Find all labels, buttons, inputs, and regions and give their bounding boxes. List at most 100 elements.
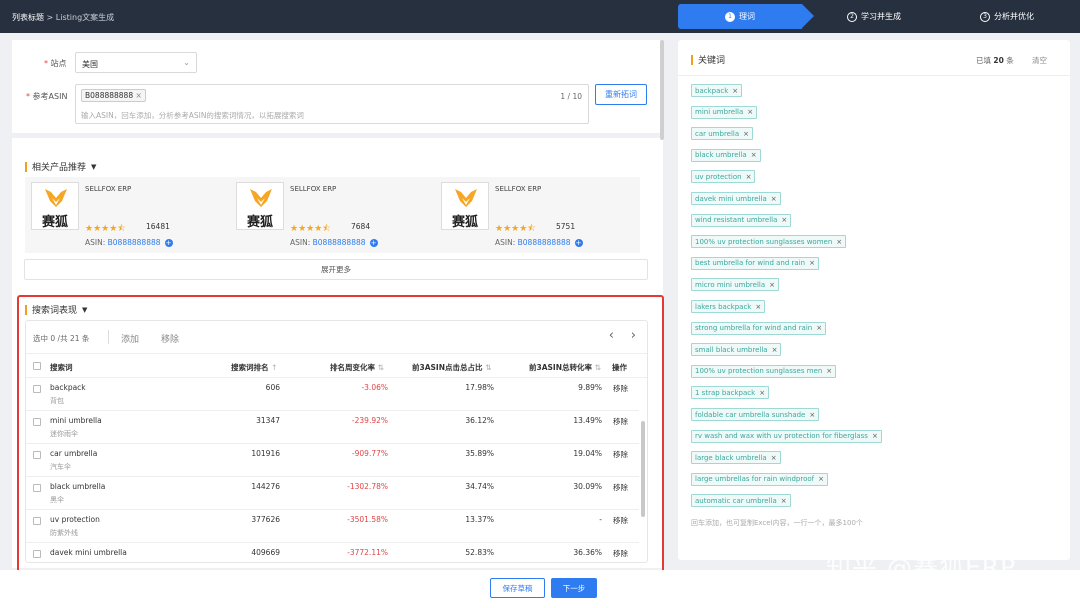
divider bbox=[12, 133, 663, 138]
asin-placeholder: 输入ASIN，回车添加，分析参考ASIN的搜索词情况，以拓展搜索词 bbox=[81, 111, 304, 120]
keyword-text: large umbrellas for rain windproof bbox=[695, 475, 815, 484]
keyword-chip[interactable]: automatic car umbrella × bbox=[691, 494, 791, 508]
breadcrumb-current: Listing文案生成 bbox=[55, 13, 115, 22]
fox-icon bbox=[250, 189, 272, 207]
keyword-chip[interactable]: backpack × bbox=[691, 84, 743, 97]
asin-link[interactable]: B0888888888 bbox=[108, 238, 161, 247]
review-count: 5751 bbox=[556, 222, 576, 231]
keyword-text: 1 strap backpack bbox=[695, 388, 756, 397]
keyword-chip[interactable]: davek mini umbrella × bbox=[691, 192, 781, 205]
close-icon[interactable]: × bbox=[771, 454, 777, 462]
keyword-chip[interactable]: small black umbrella × bbox=[691, 343, 782, 357]
product-card[interactable]: 赛狐 SELLFOX ERP ★★★★⯪ 5751 ASIN: B0888888… bbox=[435, 177, 640, 253]
keyword-text: davek mini umbrella bbox=[695, 194, 767, 203]
close-icon[interactable]: × bbox=[751, 151, 757, 159]
close-icon[interactable]: × bbox=[135, 91, 141, 100]
keyword-text: strong umbrella for wind and rain bbox=[695, 324, 813, 333]
asin-chip[interactable]: B088888888 × bbox=[81, 89, 146, 102]
keyword-text: car umbrella bbox=[695, 129, 740, 138]
asin-link[interactable]: B0888888888 bbox=[313, 238, 366, 247]
review-count: 7684 bbox=[351, 222, 371, 231]
asin-input[interactable]: B088888888 × 1 / 10 输入ASIN，回车添加，分析参考ASIN… bbox=[75, 84, 589, 124]
add-icon[interactable]: + bbox=[574, 239, 583, 247]
product-card[interactable]: 赛狐 SELLFOX ERP ★★★★⯪ 7684 ASIN: B0888888… bbox=[230, 177, 435, 253]
keyword-chip[interactable]: large black umbrella × bbox=[691, 451, 781, 465]
close-icon[interactable]: × bbox=[769, 281, 775, 289]
close-icon[interactable]: × bbox=[746, 173, 752, 181]
keyword-text: 100% uv protection sunglasses women bbox=[695, 237, 833, 246]
product-brand: SELLFOX ERP bbox=[495, 185, 542, 193]
close-icon[interactable]: × bbox=[826, 367, 832, 375]
keyword-text: black umbrella bbox=[695, 151, 747, 160]
step-number: 2 bbox=[847, 11, 857, 22]
main-scrollbar[interactable] bbox=[660, 40, 664, 140]
close-icon[interactable]: × bbox=[836, 238, 842, 246]
site-label: * 站点 bbox=[44, 59, 67, 68]
show-more-button[interactable]: 展开更多 bbox=[24, 259, 648, 280]
keyword-chip[interactable]: rv wash and wax with uv protection for f… bbox=[691, 429, 882, 443]
close-icon[interactable]: × bbox=[816, 324, 822, 332]
keywords-hint: 回车添加，也可复制Excel内容，一行一个，最多100个 bbox=[691, 519, 863, 527]
keywords-header: 关键词 bbox=[691, 53, 725, 66]
reexpand-button[interactable]: 重新拓词 bbox=[595, 84, 647, 105]
close-icon[interactable]: × bbox=[743, 130, 749, 138]
site-value: 美国 bbox=[82, 60, 98, 69]
asin-counter: 1 / 10 bbox=[560, 92, 582, 101]
keyword-text: automatic car umbrella bbox=[695, 496, 777, 505]
close-icon[interactable]: × bbox=[781, 216, 787, 224]
step-1[interactable]: 1 理词 bbox=[678, 4, 814, 29]
keyword-chip[interactable]: strong umbrella for wind and rain × bbox=[691, 321, 827, 335]
keyword-chip[interactable]: micro mini umbrella × bbox=[691, 278, 779, 292]
add-icon[interactable]: + bbox=[164, 239, 173, 247]
close-icon[interactable]: × bbox=[872, 432, 878, 440]
close-icon[interactable]: × bbox=[809, 259, 815, 267]
keyword-chip[interactable]: uv protection × bbox=[691, 170, 756, 184]
product-asin: ASIN: B0888888888 + bbox=[85, 238, 173, 247]
keyword-chip[interactable]: car umbrella × bbox=[691, 127, 754, 141]
step-3[interactable]: 3 分析并优化 bbox=[948, 4, 1066, 29]
rating-stars: ★★★★⯪ bbox=[85, 224, 126, 234]
logo-text: 赛狐 bbox=[451, 215, 478, 230]
top-bar: 列表标题 > Listing文案生成 1 理词 2 学习并生成 3 分析并优化 bbox=[0, 0, 1080, 33]
clear-button[interactable]: 清空 bbox=[1032, 55, 1047, 66]
keyword-chip[interactable]: best umbrella for wind and rain × bbox=[691, 256, 819, 270]
step-label: 分析并优化 bbox=[994, 12, 1034, 21]
close-icon[interactable]: × bbox=[772, 346, 778, 354]
close-icon[interactable]: × bbox=[747, 108, 753, 116]
keyword-chip[interactable]: 100% uv protection sunglasses men × bbox=[691, 364, 837, 378]
keyword-chip[interactable]: wind resistant umbrella × bbox=[691, 213, 792, 227]
logo-text: 赛狐 bbox=[246, 215, 273, 230]
close-icon[interactable]: × bbox=[732, 87, 738, 95]
save-draft-button[interactable]: 保存草稿 bbox=[490, 578, 545, 598]
caret-down-icon: ▼ bbox=[91, 162, 97, 171]
keyword-chip[interactable]: foldable car umbrella sunshade × bbox=[691, 408, 820, 421]
product-card[interactable]: 赛狐 SELLFOX ERP ★★★★⯪ 16481 ASIN: B088888… bbox=[25, 177, 230, 253]
keyword-text: best umbrella for wind and rain bbox=[695, 259, 806, 268]
keyword-text: lakers backpack bbox=[695, 302, 752, 311]
similar-products-header[interactable]: 相关产品推荐 ▼ bbox=[25, 160, 96, 173]
keyword-chip[interactable]: large umbrellas for rain windproof × bbox=[691, 472, 828, 486]
keyword-chip[interactable]: black umbrella × bbox=[691, 148, 761, 162]
site-select[interactable]: 美国 ⌄ bbox=[75, 52, 197, 73]
asin-link[interactable]: B0888888888 bbox=[518, 238, 571, 247]
keyword-chip[interactable]: 1 strap backpack × bbox=[691, 386, 770, 400]
close-icon[interactable]: × bbox=[771, 195, 777, 203]
product-logo: 赛狐 bbox=[31, 182, 79, 230]
add-icon[interactable]: + bbox=[369, 239, 378, 247]
close-icon[interactable]: × bbox=[818, 475, 824, 483]
close-icon[interactable]: × bbox=[809, 411, 815, 419]
keywords-filled-count: 已填 20 条 bbox=[976, 56, 1014, 65]
close-icon[interactable]: × bbox=[759, 389, 765, 397]
step-2[interactable]: 2 学习并生成 bbox=[815, 4, 933, 29]
close-icon[interactable]: × bbox=[781, 497, 787, 505]
keyword-chip[interactable]: 100% uv protection sunglasses women × bbox=[691, 235, 847, 249]
keywords-panel: 关键词 已填 20 条 清空 backpack × mini umbrella × ca… bbox=[678, 40, 1070, 560]
breadcrumb-root[interactable]: 列表标题 bbox=[12, 13, 44, 22]
divider bbox=[678, 75, 1070, 76]
chevron-down-icon: ⌄ bbox=[183, 58, 190, 67]
next-step-button[interactable]: 下一步 bbox=[551, 578, 597, 598]
similar-products-title: 相关产品推荐 bbox=[32, 163, 87, 173]
keyword-chip[interactable]: mini umbrella × bbox=[691, 105, 758, 119]
close-icon[interactable]: × bbox=[755, 303, 761, 311]
keyword-chip[interactable]: lakers backpack × bbox=[691, 300, 766, 313]
